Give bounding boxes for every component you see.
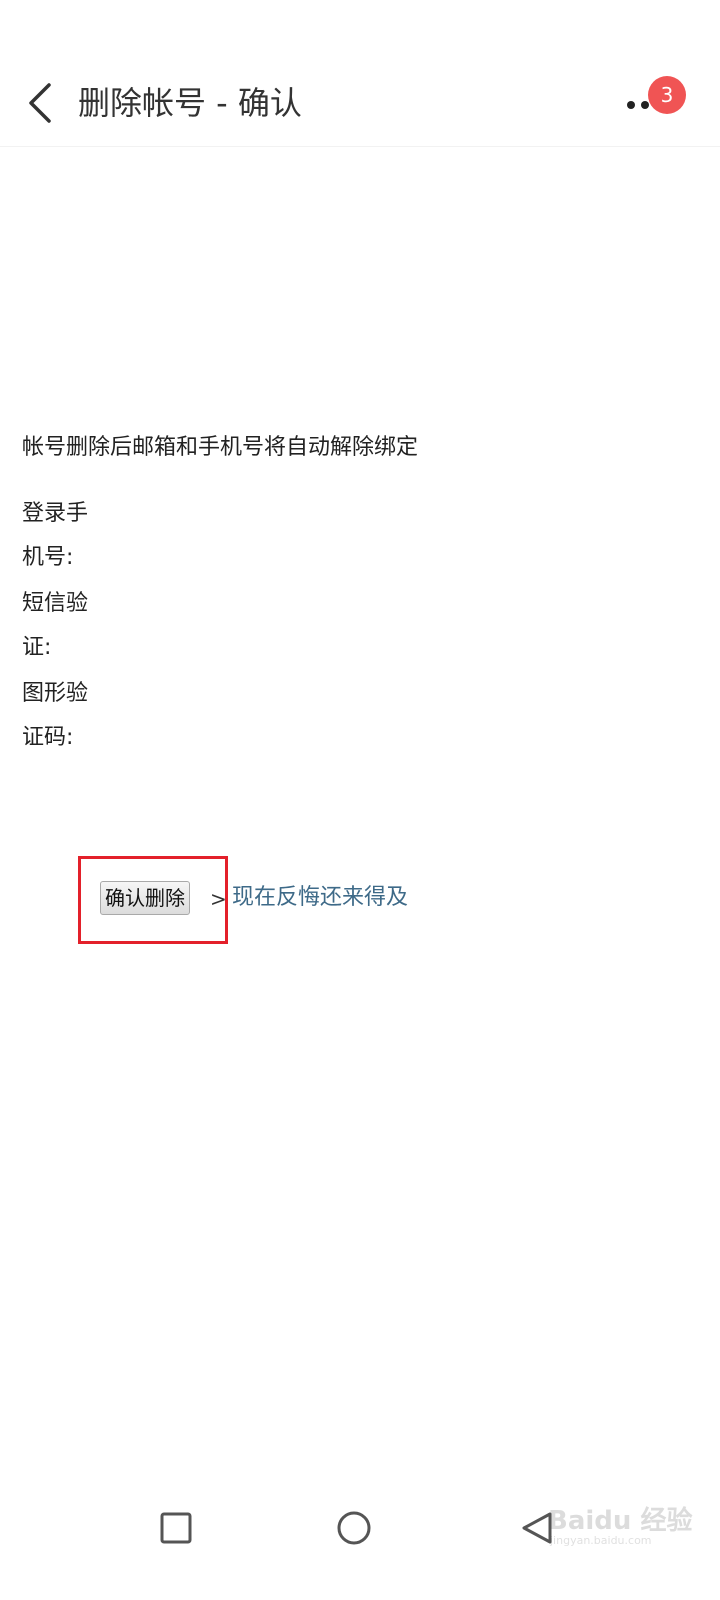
label-line: 机号: — [22, 545, 74, 570]
home-button[interactable] — [332, 1506, 376, 1550]
confirm-delete-button[interactable]: 确认删除 — [100, 881, 190, 915]
triangle-back-icon — [522, 1512, 552, 1544]
more-options-button[interactable]: 3 — [616, 76, 686, 130]
notification-badge: 3 — [648, 76, 686, 114]
label-line: 登录手 — [22, 501, 89, 526]
captcha-label: 图形验 证码: — [22, 672, 112, 760]
screen: 删除帐号 - 确认 3 帐号删除后邮箱和手机号将自动解除绑定 登录手 机号: 短… — [0, 0, 720, 1600]
back-button[interactable] — [18, 78, 62, 128]
separator: > — [210, 887, 227, 911]
cancel-regret-link[interactable]: 现在反悔还来得及 — [232, 882, 408, 914]
label-line: 短信验 — [22, 591, 89, 616]
recent-apps-button[interactable] — [154, 1506, 198, 1550]
app-header: 删除帐号 - 确认 3 — [0, 60, 720, 147]
unbind-notice: 帐号删除后邮箱和手机号将自动解除绑定 — [22, 435, 419, 460]
sms-code-label: 短信验 证: — [22, 582, 112, 670]
login-phone-label: 登录手 机号: — [22, 492, 112, 580]
system-navbar — [0, 1480, 720, 1580]
circle-icon — [337, 1511, 371, 1545]
label-line: 图形验 — [22, 681, 89, 706]
chevron-left-icon — [29, 83, 51, 123]
label-line: 证码: — [22, 725, 74, 750]
square-icon — [160, 1512, 192, 1544]
label-line: 证: — [22, 635, 52, 660]
confirm-row: 确认删除 > 现在反悔还来得及 — [78, 856, 458, 946]
page-title: 删除帐号 - 确认 — [78, 84, 302, 122]
system-back-button[interactable] — [516, 1506, 560, 1550]
